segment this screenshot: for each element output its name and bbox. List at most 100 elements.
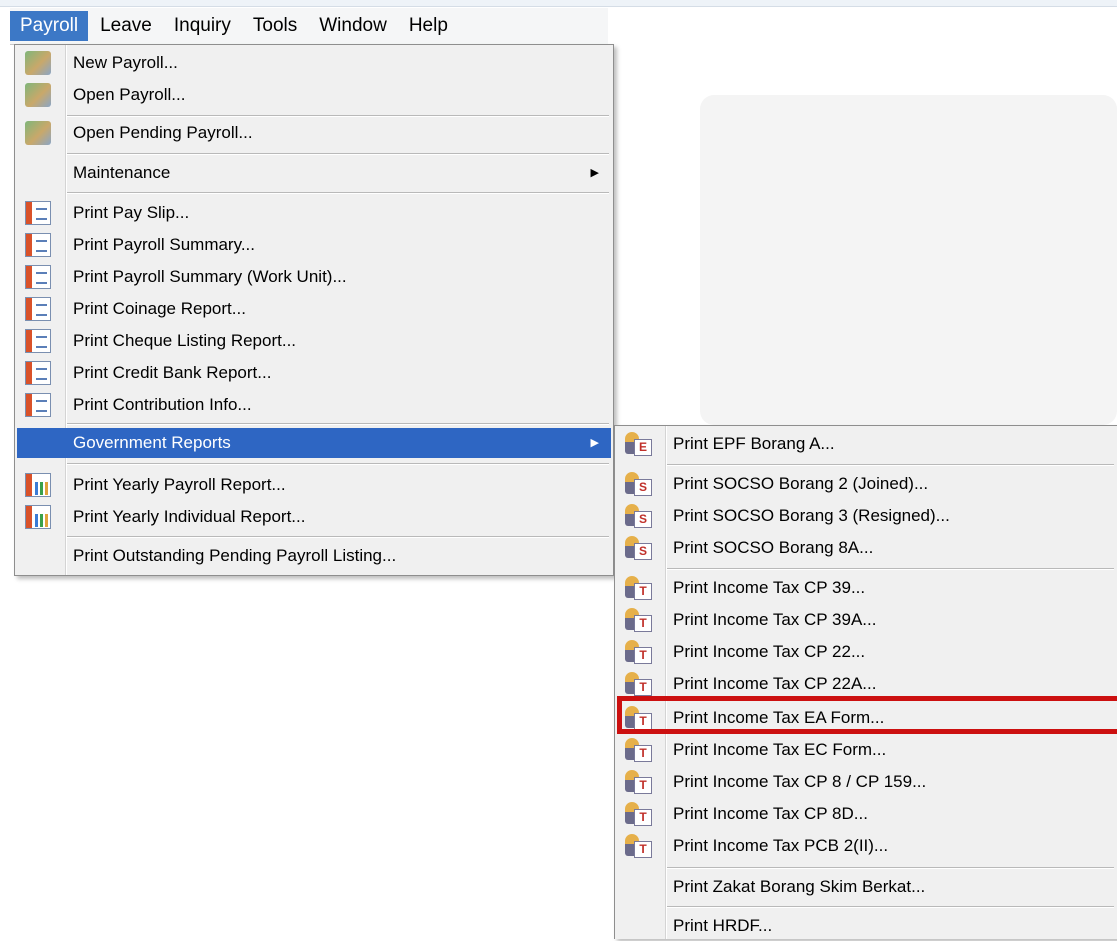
menu-separator [667,906,1114,908]
submenu-item-tax-pcb2[interactable]: T Print Income Tax PCB 2(II)... [617,831,1116,861]
payroll-menu: New Payroll... Open Payroll... Open Pend… [14,44,614,576]
window-top-strip [0,0,1117,7]
submenu-item-tax-cp8-cp159[interactable]: T Print Income Tax CP 8 / CP 159... [617,767,1116,797]
government-reports-submenu: E Print EPF Borang A... S Print SOCSO Bo… [614,425,1117,939]
menu-separator [667,867,1114,869]
menu-item-print-payroll-summary-work-unit[interactable]: Print Payroll Summary (Work Unit)... [17,262,611,292]
submenu-item-tax-cp22a[interactable]: T Print Income Tax CP 22A... [617,669,1116,699]
background-shape [700,95,1117,425]
menu-item-label: Print Zakat Borang Skim Berkat... [673,877,926,896]
menu-item-label: New Payroll... [73,53,178,72]
menu-item-label: Maintenance [73,163,171,182]
submenu-item-hrdf[interactable]: Print HRDF... [617,911,1116,941]
menu-item-print-outstanding-pending-payroll-listing[interactable]: Print Outstanding Pending Payroll Listin… [17,541,611,571]
submenu-item-tax-cp8d[interactable]: T Print Income Tax CP 8D... [617,799,1116,829]
menubar-inquiry[interactable]: Inquiry [164,11,241,41]
menu-separator [67,192,609,194]
menu-item-label: Print Pay Slip... [73,203,190,222]
chart-report-icon [25,505,51,529]
open-pending-payroll-icon [25,121,51,145]
menu-item-label: Print Income Tax EC Form... [673,740,887,759]
menu-item-print-pay-slip[interactable]: Print Pay Slip... [17,198,611,228]
menu-item-open-pending-payroll[interactable]: Open Pending Payroll... [17,118,611,148]
menu-item-print-contribution-info[interactable]: Print Contribution Info... [17,390,611,420]
menu-item-print-credit-bank-report[interactable]: Print Credit Bank Report... [17,358,611,388]
menu-item-label: Print Yearly Individual Report... [73,507,306,526]
submenu-item-tax-cp39[interactable]: T Print Income Tax CP 39... [617,573,1116,603]
menubar-help[interactable]: Help [399,11,458,41]
menu-item-label: Print SOCSO Borang 8A... [673,538,874,557]
menu-separator [667,568,1114,570]
menu-item-label: Print Credit Bank Report... [73,363,272,382]
menubar-window[interactable]: Window [309,11,397,41]
tax-form-icon: T [625,802,652,826]
menu-item-label: Print HRDF... [673,916,773,935]
menu-item-label: Print Outstanding Pending Payroll Listin… [73,546,397,565]
menu-item-label: Print Income Tax CP 22A... [673,674,877,693]
menu-item-label: Print Income Tax CP 39... [673,578,866,597]
tax-form-icon: T [625,834,652,858]
menu-separator [67,423,609,425]
menu-separator [667,464,1114,466]
menu-item-label: Open Pending Payroll... [73,123,253,142]
menu-item-label: Print Income Tax CP 8 / CP 159... [673,772,927,791]
report-icon [25,297,51,321]
menu-item-label: Print Income Tax CP 22... [673,642,866,661]
submenu-item-tax-ec-form[interactable]: T Print Income Tax EC Form... [617,735,1116,765]
menu-item-open-payroll[interactable]: Open Payroll... [17,80,611,110]
submenu-arrow-icon: ▶ [590,437,599,449]
menu-separator [67,115,609,117]
menu-item-print-yearly-individual-report[interactable]: Print Yearly Individual Report... [17,502,611,532]
socso-form-icon: S [625,504,652,528]
menubar-leave[interactable]: Leave [90,11,162,41]
menu-item-print-cheque-listing-report[interactable]: Print Cheque Listing Report... [17,326,611,356]
report-icon [25,393,51,417]
tax-form-icon: T [625,576,652,600]
submenu-item-socso-borang-8a[interactable]: S Print SOCSO Borang 8A... [617,533,1116,563]
menu-item-label: Print Payroll Summary... [73,235,256,254]
socso-form-icon: S [625,472,652,496]
menu-separator [67,153,609,155]
tax-form-icon: T [625,672,652,696]
menu-item-maintenance[interactable]: Maintenance ▶ [17,158,611,188]
menu-item-label: Print SOCSO Borang 3 (Resigned)... [673,506,950,525]
menu-item-label: Government Reports [73,433,231,452]
epf-form-icon: E [625,432,652,456]
menu-item-label: Print Income Tax PCB 2(II)... [673,836,889,855]
submenu-item-zakat-borang[interactable]: Print Zakat Borang Skim Berkat... [617,872,1116,902]
menu-bar: Payroll Leave Inquiry Tools Window Help [10,8,608,45]
menubar-payroll[interactable]: Payroll [10,11,89,41]
menu-item-label: Print Cheque Listing Report... [73,331,297,350]
report-icon [25,361,51,385]
report-icon [25,329,51,353]
annotation-highlight-box [617,696,1117,734]
menu-item-label: Print EPF Borang A... [673,434,835,453]
submenu-arrow-icon: ▶ [590,167,599,179]
submenu-item-socso-borang-2[interactable]: S Print SOCSO Borang 2 (Joined)... [617,469,1116,499]
menu-item-print-payroll-summary[interactable]: Print Payroll Summary... [17,230,611,260]
menu-item-print-yearly-payroll-report[interactable]: Print Yearly Payroll Report... [17,470,611,500]
menu-separator [67,463,609,465]
menu-item-label: Open Payroll... [73,85,186,104]
tax-form-icon: T [625,640,652,664]
socso-form-icon: S [625,536,652,560]
menu-item-print-coinage-report[interactable]: Print Coinage Report... [17,294,611,324]
submenu-item-tax-cp22[interactable]: T Print Income Tax CP 22... [617,637,1116,667]
tax-form-icon: T [625,738,652,762]
submenu-item-socso-borang-3[interactable]: S Print SOCSO Borang 3 (Resigned)... [617,501,1116,531]
menu-item-new-payroll[interactable]: New Payroll... [17,48,611,78]
menu-item-label: Print SOCSO Borang 2 (Joined)... [673,474,929,493]
report-icon [25,233,51,257]
menu-item-label: Print Income Tax CP 39A... [673,610,877,629]
report-icon [25,265,51,289]
report-icon [25,201,51,225]
menu-item-label: Print Coinage Report... [73,299,246,318]
menu-item-government-reports[interactable]: Government Reports ▶ [17,428,611,458]
tax-form-icon: T [625,770,652,794]
menubar-tools[interactable]: Tools [243,11,307,41]
tax-form-icon: T [625,608,652,632]
menu-item-label: Print Income Tax CP 8D... [673,804,868,823]
submenu-item-epf-borang-a[interactable]: E Print EPF Borang A... [617,429,1116,459]
menu-separator [67,536,609,538]
submenu-item-tax-cp39a[interactable]: T Print Income Tax CP 39A... [617,605,1116,635]
